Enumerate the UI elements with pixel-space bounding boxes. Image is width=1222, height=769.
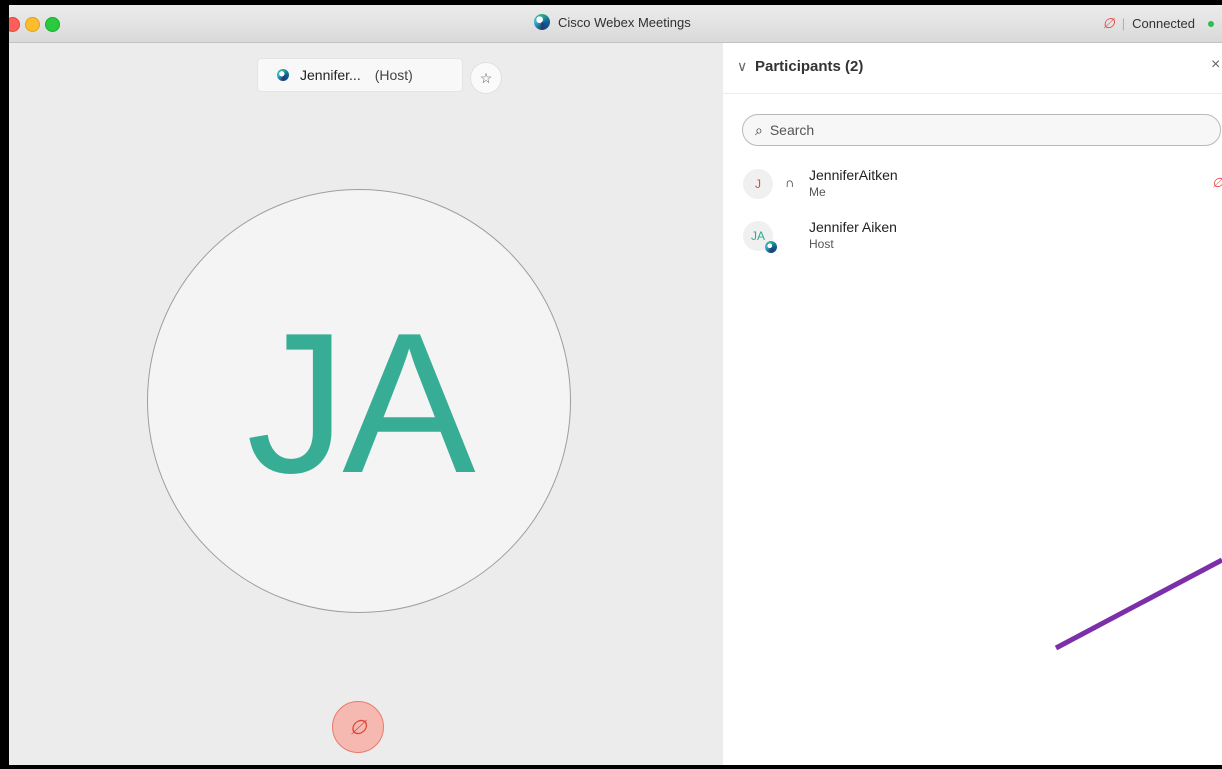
search-icon: ⌕ — [755, 121, 763, 138]
connected-indicator-icon — [1208, 20, 1214, 27]
window-zoom-button[interactable] — [45, 17, 60, 32]
mic-muted-icon: ∅ — [349, 716, 367, 739]
close-icon[interactable]: × — [1211, 56, 1220, 74]
headset-icon: ∩ — [785, 175, 795, 190]
window-close-button[interactable] — [9, 17, 20, 32]
pin-icon: ☆ — [479, 69, 493, 86]
participants-header: ∨ Participants (2) × — [723, 43, 1222, 94]
participant-row[interactable]: JA Jennifer Aiken Host — [723, 217, 1222, 257]
window-title: Cisco Webex Meetings — [558, 14, 691, 30]
connection-status: ∅ | Connected — [1103, 15, 1214, 32]
active-speaker-name: Jennifer... — [300, 67, 361, 83]
participant-avatar: JA — [147, 189, 571, 613]
active-speaker-role: (Host) — [374, 67, 413, 83]
mic-muted-icon[interactable]: ∅ — [1103, 15, 1115, 32]
webex-logo-icon — [765, 241, 777, 253]
participant-initials: J — [755, 177, 761, 191]
webex-window: Cisco Webex Meetings ∅ | Connected Jenni… — [9, 5, 1222, 765]
pin-button[interactable]: ☆ — [471, 63, 501, 93]
title-bar: Cisco Webex Meetings ∅ | Connected — [9, 5, 1222, 43]
participant-row[interactable]: J ∩ JenniferAitken Me ∅ — [723, 165, 1222, 205]
participant-subtitle: Me — [809, 185, 826, 199]
webex-logo-icon — [534, 14, 550, 30]
participant-search-input[interactable]: ⌕ Search — [742, 114, 1221, 146]
status-separator: | — [1121, 16, 1126, 31]
connection-label: Connected — [1132, 16, 1195, 31]
video-stage: Jennifer... (Host) ☆ JA ∅ — [9, 43, 723, 765]
participant-avatar: J — [743, 169, 773, 199]
participants-panel: ∨ Participants (2) × ⌕ Search J ∩ Jennif… — [723, 43, 1222, 765]
participant-subtitle: Host — [809, 237, 834, 251]
collapse-chevron-icon[interactable]: ∨ — [737, 58, 747, 75]
window-minimize-button[interactable] — [25, 17, 40, 32]
mic-muted-icon[interactable]: ∅ — [1212, 175, 1222, 191]
window-title-group: Cisco Webex Meetings — [534, 14, 691, 30]
search-placeholder: Search — [769, 122, 815, 138]
webex-logo-icon — [277, 69, 289, 81]
active-speaker-label: Jennifer... (Host) — [258, 59, 462, 91]
participant-name: Jennifer Aiken — [809, 219, 897, 235]
unmute-button[interactable]: ∅ — [332, 701, 384, 753]
participants-title[interactable]: Participants (2) — [755, 58, 863, 75]
participant-name: JenniferAitken — [809, 167, 898, 183]
participant-initials: JA — [750, 229, 765, 243]
participant-avatar: JA — [743, 221, 777, 253]
avatar-initials: JA — [246, 292, 475, 515]
